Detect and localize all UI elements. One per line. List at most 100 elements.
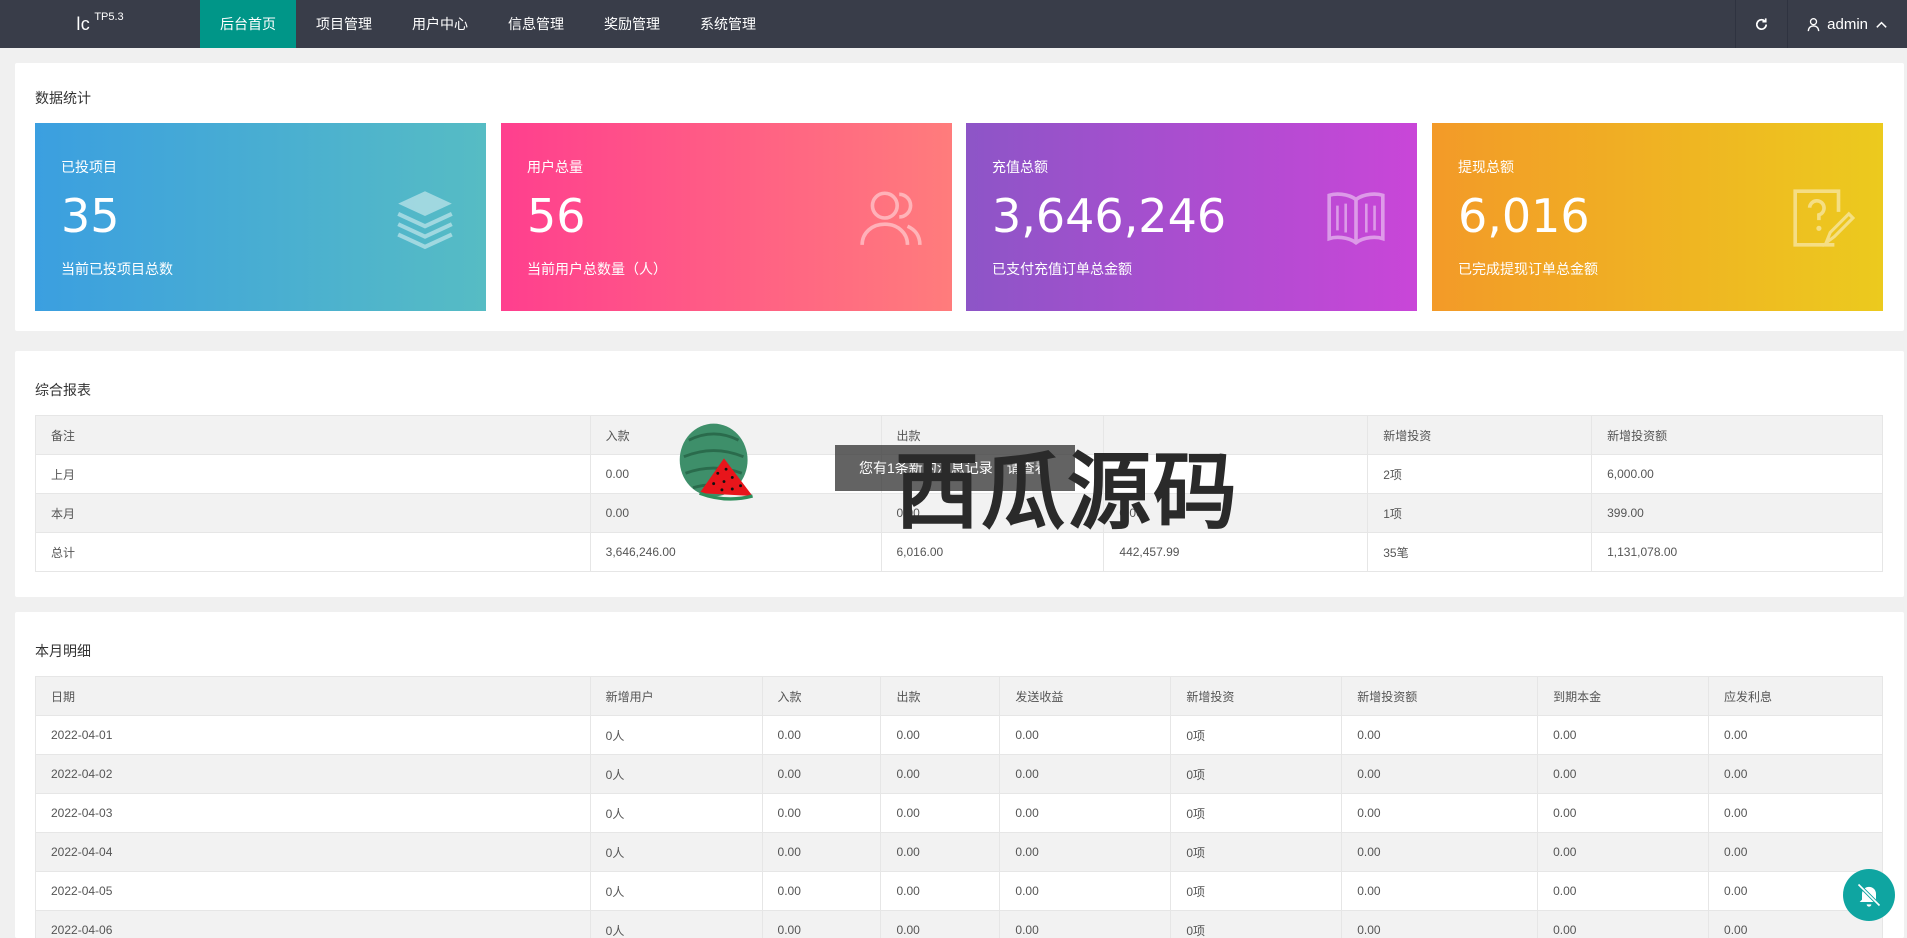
table-cell: 0.00 bbox=[761, 754, 882, 794]
table-cell: 0人 bbox=[589, 754, 763, 794]
table-cell: 0.00 bbox=[1708, 754, 1883, 794]
monthly-col-principal: 到期本金 bbox=[1537, 676, 1710, 716]
table-row: 2022-04-01 0人 0.00 0.00 0.00 0项 0.00 0.00 0.00 bbox=[35, 715, 1883, 755]
table-cell: 0项 bbox=[1170, 715, 1343, 755]
nav-item-home[interactable]: 后台首页 bbox=[200, 0, 296, 48]
refresh-button[interactable] bbox=[1735, 0, 1787, 48]
monthly-col-date: 日期 bbox=[35, 676, 591, 716]
table-row: 2022-04-04 0人 0.00 0.00 0.00 0项 0.00 0.00 0.00 bbox=[35, 832, 1883, 872]
table-cell: 0项 bbox=[1170, 871, 1343, 911]
table-cell: 2022-04-04 bbox=[35, 832, 591, 872]
table-cell: 0.00 bbox=[880, 715, 1001, 755]
nav-item-users[interactable]: 用户中心 bbox=[392, 0, 488, 48]
nav-item-system[interactable]: 系统管理 bbox=[680, 0, 776, 48]
report-col-new-invest-amount: 新增投资额 bbox=[1591, 415, 1883, 455]
table-cell: 0.00 bbox=[1537, 832, 1710, 872]
stat-sub: 当前已投项目总数 bbox=[61, 261, 173, 277]
stat-value: 56 bbox=[527, 189, 586, 243]
table-row: 2022-04-03 0人 0.00 0.00 0.00 0项 0.00 0.00 0.00 bbox=[35, 793, 1883, 833]
table-row: 2022-04-06 0人 0.00 0.00 0.00 0项 0.00 0.00 0.00 bbox=[35, 910, 1883, 938]
table-cell: 399.00 bbox=[1591, 493, 1883, 533]
question-edit-icon bbox=[1793, 189, 1855, 248]
report-col-remark: 备注 bbox=[35, 415, 591, 455]
stats-title: 数据统计 bbox=[35, 90, 91, 106]
stat-tile-withdraw[interactable]: 提现总额 6,016 已完成提现订单总金额 bbox=[1432, 123, 1883, 311]
report-title: 综合报表 bbox=[35, 382, 91, 398]
table-cell: 1,131,078.00 bbox=[1591, 532, 1883, 572]
table-cell: 0.00 bbox=[1341, 832, 1539, 872]
table-cell: 0.00 bbox=[880, 754, 1001, 794]
table-cell: 0.00 bbox=[1341, 793, 1539, 833]
user-menu[interactable]: admin bbox=[1787, 0, 1907, 48]
stat-label: 提现总额 bbox=[1458, 159, 1514, 175]
stat-tile-users[interactable]: 用户总量 56 当前用户总数量（人） bbox=[501, 123, 952, 311]
table-cell: 0.00 bbox=[1708, 832, 1883, 872]
notification-toggle-button[interactable] bbox=[1843, 869, 1895, 921]
table-cell: 0.00 bbox=[999, 871, 1172, 911]
table-cell: 0人 bbox=[589, 715, 763, 755]
stat-tile-projects[interactable]: 已投项目 35 当前已投项目总数 bbox=[35, 123, 486, 311]
monthly-col-income: 入款 bbox=[761, 676, 882, 716]
table-cell: 0.00 bbox=[880, 793, 1001, 833]
watermark-brand: 西瓜源码 bbox=[895, 443, 1240, 541]
table-cell: 总计 bbox=[35, 532, 591, 572]
table-cell: 0.00 bbox=[880, 910, 1001, 938]
table-cell: 0人 bbox=[589, 793, 763, 833]
monthly-col-new-users: 新增用户 bbox=[589, 676, 763, 716]
table-cell: 0.00 bbox=[1708, 793, 1883, 833]
bell-off-icon bbox=[1857, 883, 1881, 907]
report-col-new-invest: 新增投资 bbox=[1367, 415, 1593, 455]
monthly-col-new-invest: 新增投资 bbox=[1170, 676, 1343, 716]
table-cell: 0.00 bbox=[1537, 793, 1710, 833]
table-cell: 0.00 bbox=[880, 832, 1001, 872]
book-icon bbox=[1327, 192, 1385, 246]
table-cell: 35笔 bbox=[1367, 532, 1593, 572]
nav-item-rewards[interactable]: 奖励管理 bbox=[584, 0, 680, 48]
table-cell: 0.00 bbox=[761, 715, 882, 755]
table-cell: 2022-04-03 bbox=[35, 793, 591, 833]
table-cell: 上月 bbox=[35, 454, 591, 494]
table-cell: 0.00 bbox=[999, 832, 1172, 872]
chevron-up-icon bbox=[1876, 21, 1887, 28]
table-cell: 2022-04-02 bbox=[35, 754, 591, 794]
table-cell: 3,646,246.00 bbox=[589, 532, 882, 572]
table-header-row: 日期 新增用户 入款 出款 发送收益 新增投资 新增投资额 到期本金 应发利息 bbox=[35, 676, 1883, 716]
nav-item-info[interactable]: 信息管理 bbox=[488, 0, 584, 48]
table-cell: 2022-04-05 bbox=[35, 871, 591, 911]
topbar-right: admin bbox=[1735, 0, 1907, 48]
table-cell: 0.00 bbox=[589, 493, 882, 533]
stat-label: 充值总额 bbox=[992, 159, 1048, 175]
table-cell: 2022-04-01 bbox=[35, 715, 591, 755]
refresh-icon bbox=[1756, 17, 1768, 30]
table-cell: 0人 bbox=[589, 871, 763, 911]
stat-value: 3,646,246 bbox=[992, 189, 1227, 243]
table-cell: 0.00 bbox=[761, 910, 882, 938]
table-cell: 0.00 bbox=[761, 832, 882, 872]
table-cell: 0项 bbox=[1170, 910, 1343, 938]
table-row: 2022-04-05 0人 0.00 0.00 0.00 0项 0.00 0.00 0.00 bbox=[35, 871, 1883, 911]
top-navbar: lc TP5.3 后台首页 项目管理 用户中心 信息管理 奖励管理 系统管理 a… bbox=[0, 0, 1907, 48]
table-cell: 0.00 bbox=[761, 793, 882, 833]
logo-text: lc bbox=[76, 13, 91, 34]
table-cell: 0项 bbox=[1170, 793, 1343, 833]
nav-item-projects[interactable]: 项目管理 bbox=[296, 0, 392, 48]
stat-tile-recharge[interactable]: 充值总额 3,646,246 已支付充值订单总金额 bbox=[966, 123, 1417, 311]
table-cell: 0项 bbox=[1170, 832, 1343, 872]
table-cell: 0.00 bbox=[1537, 871, 1710, 911]
table-cell: 0.00 bbox=[999, 910, 1172, 938]
table-row: 2022-04-02 0人 0.00 0.00 0.00 0项 0.00 0.00 0.00 bbox=[35, 754, 1883, 794]
main-nav: 后台首页 项目管理 用户中心 信息管理 奖励管理 系统管理 bbox=[200, 0, 776, 48]
table-cell: 1项 bbox=[1367, 493, 1593, 533]
table-cell: 本月 bbox=[35, 493, 591, 533]
monthly-col-earnings: 发送收益 bbox=[999, 676, 1172, 716]
user-icon bbox=[1807, 17, 1820, 31]
table-cell: 0人 bbox=[589, 910, 763, 938]
table-cell: 0.00 bbox=[1537, 715, 1710, 755]
table-cell: 0.00 bbox=[1341, 715, 1539, 755]
table-cell: 6,000.00 bbox=[1591, 454, 1883, 494]
username: admin bbox=[1827, 15, 1868, 33]
logo[interactable]: lc TP5.3 bbox=[0, 0, 200, 48]
table-cell: 0.00 bbox=[1537, 754, 1710, 794]
stat-value: 35 bbox=[61, 189, 120, 243]
table-cell: 0.00 bbox=[1341, 910, 1539, 938]
